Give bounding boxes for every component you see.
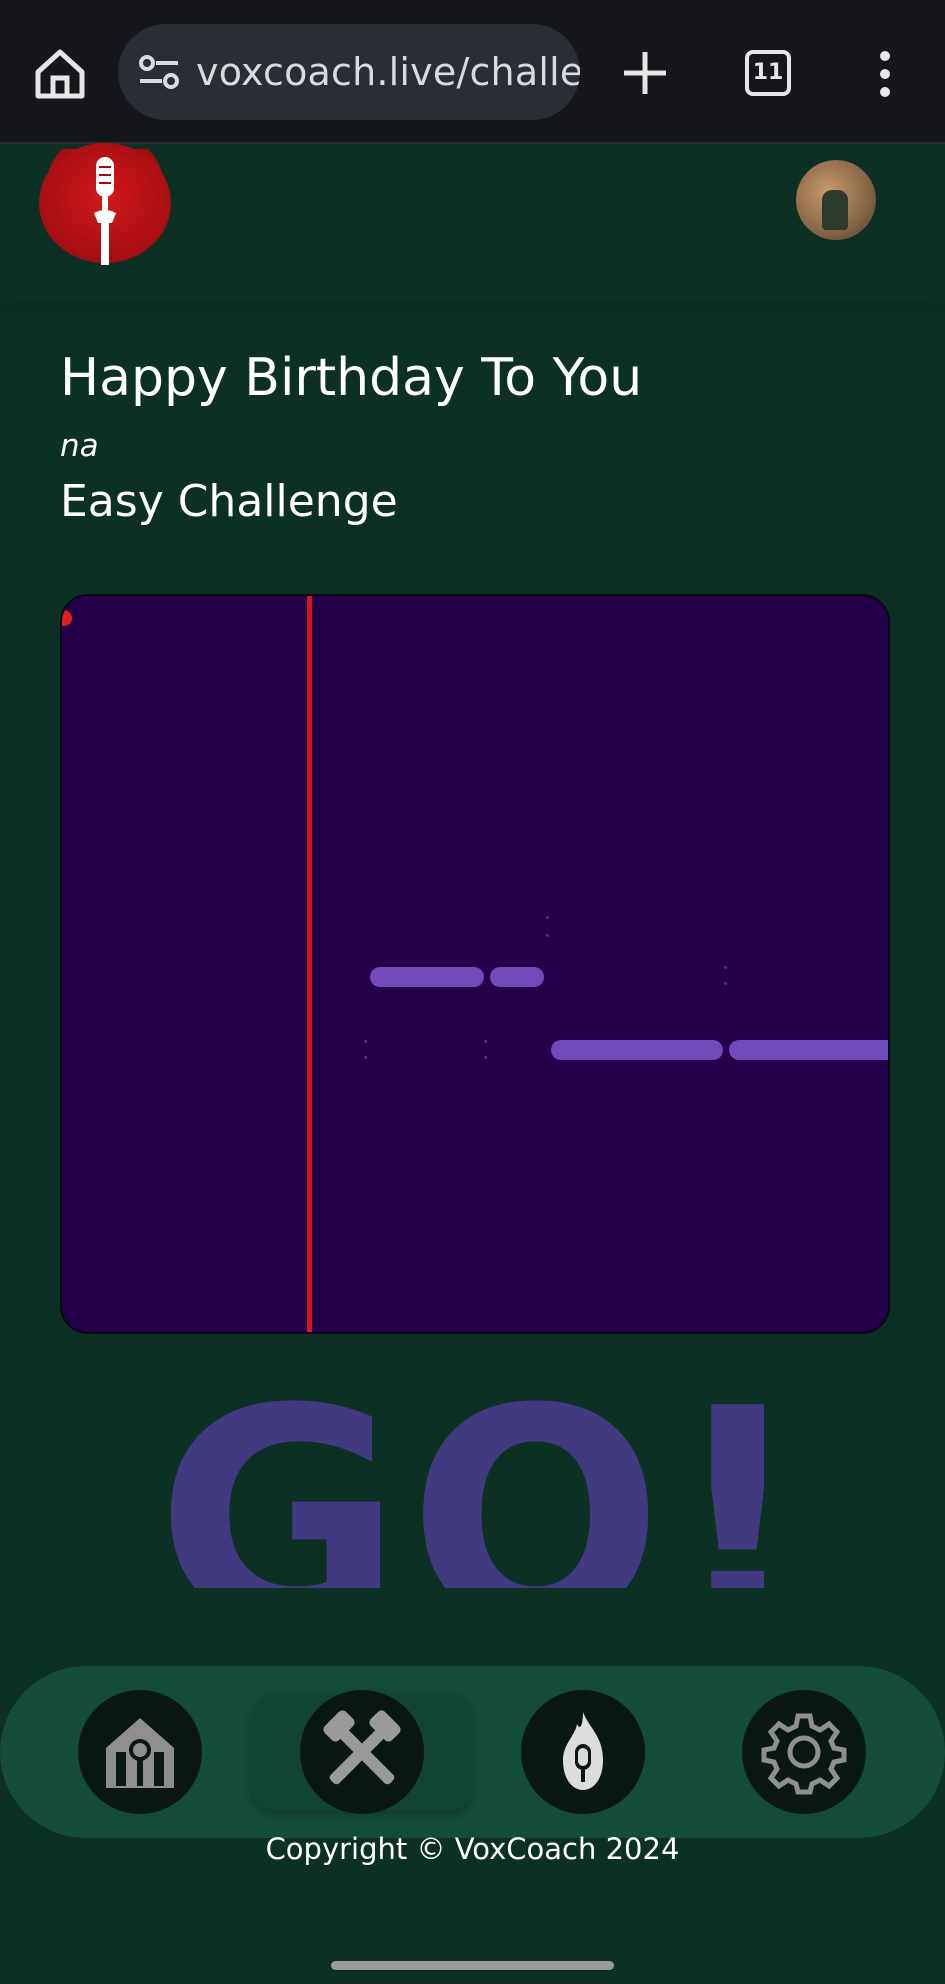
url-text[interactable]: voxcoach.live/challen [196,50,580,94]
note-bar [370,967,484,987]
pitch-speck [364,1056,367,1059]
crossed-hammers-icon [323,1710,401,1785]
nav-challenge[interactable] [300,1690,424,1814]
go-banner: GO! [150,1392,800,1588]
playhead-line [307,596,312,1332]
plus-icon[interactable] [618,46,672,100]
pitch-speck [724,982,727,985]
challenge-level: Easy Challenge [60,476,398,527]
tabs-button[interactable]: 11 [745,50,791,96]
pitch-speck [546,916,549,919]
tune-icon[interactable] [138,54,180,90]
go-text: GO! [156,1392,800,1588]
gear-icon [761,1713,847,1795]
pitch-visualizer [60,594,890,1334]
pitch-speck [546,934,549,937]
flame-mic-icon [563,1712,603,1790]
bottom-nav [0,1666,945,1838]
more-vert-icon[interactable] [872,50,898,98]
pitch-speck [484,1040,487,1043]
pitch-speck [724,966,727,969]
nav-hot[interactable] [521,1690,645,1814]
pitch-speck [364,1040,367,1043]
song-title: Happy Birthday To You [60,348,643,408]
note-bar [729,1040,888,1060]
browser-toolbar: voxcoach.live/challen 11 [0,0,945,144]
app-header [0,143,945,303]
nav-settings[interactable] [742,1690,866,1814]
home-icon [106,1718,174,1788]
nav-challenge-active[interactable] [252,1690,472,1814]
address-bar[interactable]: voxcoach.live/challen [118,24,580,120]
note-bar [490,967,544,987]
user-avatar[interactable] [796,160,876,240]
note-bar [551,1040,723,1060]
pitch-speck [484,1056,487,1059]
artist-line: na [60,428,99,464]
recording-indicator [62,610,72,626]
home-icon[interactable] [30,46,90,102]
copyright-text: Copyright © VoxCoach 2024 [265,1832,680,1866]
nav-home[interactable] [78,1690,202,1814]
microphone-logo[interactable] [38,143,172,265]
gesture-bar[interactable] [331,1961,614,1970]
